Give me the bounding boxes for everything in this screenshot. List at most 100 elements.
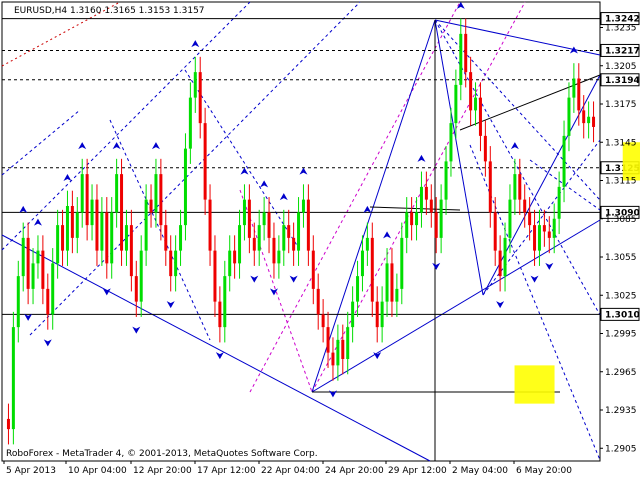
candle-body (85, 174, 89, 226)
candle-body (36, 250, 40, 264)
y-tick-label: 1.2965 (605, 368, 637, 378)
x-tick-label: 2 May 04:00 (452, 466, 508, 476)
candle-body (478, 97, 482, 136)
x-tick-label: 29 Apr 12:00 (388, 466, 447, 476)
candle-body (483, 135, 487, 162)
candle-body (193, 72, 197, 98)
candle-body (75, 212, 79, 238)
candle-body (562, 135, 566, 187)
candle-body (444, 161, 448, 200)
level-tag-label: 1.3194 (605, 76, 640, 86)
candle-body (267, 212, 271, 238)
candle-body (537, 225, 541, 251)
candle-body (321, 314, 325, 328)
candle-body (90, 199, 94, 226)
candle-body (419, 186, 423, 213)
candle-body (503, 237, 507, 277)
candle-body (183, 148, 187, 226)
candle-body (208, 199, 212, 251)
candle-body (336, 339, 340, 366)
candle-body (592, 116, 596, 127)
candle-body (115, 174, 119, 213)
x-tick-label: 17 Apr 12:00 (197, 466, 256, 476)
x-tick-label: 5 Apr 2013 (6, 466, 56, 476)
candle-body (100, 212, 104, 251)
candle-body (203, 123, 207, 200)
candle-body (61, 225, 65, 251)
level-tag-label: 1.3010 (605, 310, 640, 320)
candle-body (395, 288, 399, 302)
candle-body (110, 212, 114, 264)
candle-body (247, 199, 251, 238)
candle-body (439, 199, 443, 238)
candle-body (41, 250, 45, 289)
x-tick-label: 22 Apr 04:00 (261, 466, 320, 476)
candle-body (169, 250, 173, 277)
candle-body (410, 212, 414, 226)
candle-body (31, 263, 35, 289)
candle-body (218, 301, 222, 328)
y-tick-label: 1.3025 (605, 291, 637, 301)
candle-body (557, 186, 561, 219)
candle-body (311, 250, 315, 289)
x-tick-label: 24 Apr 20:00 (325, 466, 384, 476)
candle-body (129, 225, 133, 277)
x-tick-label: 6 May 20:00 (516, 466, 572, 476)
candle-body (26, 237, 30, 289)
candle-body (233, 250, 237, 264)
candle-body (46, 288, 50, 315)
candle-body (582, 110, 586, 124)
candle-body (415, 212, 419, 226)
candle-body (70, 206, 74, 238)
candle-body (262, 212, 266, 226)
candle-body (154, 174, 158, 213)
candle-body (282, 225, 286, 251)
candle-body (365, 237, 369, 251)
y-tick-label: 1.3085 (605, 215, 637, 225)
candle-body (164, 225, 168, 251)
candle-body (577, 78, 581, 111)
symbol-info: EURUSD,H4 1.3160 1.3165 1.3153 1.3157 (14, 6, 205, 16)
candle-body (65, 206, 69, 251)
candle-body (518, 174, 522, 200)
candle-body (400, 237, 404, 289)
candle-body (95, 199, 99, 251)
y-tick-label: 1.2935 (605, 406, 637, 416)
candle-body (449, 123, 453, 162)
candle-body (547, 231, 551, 238)
candle-body (272, 237, 276, 264)
candle-body (429, 199, 433, 213)
candle-body (341, 339, 345, 359)
candle-body (469, 72, 473, 111)
candle-body (297, 212, 301, 251)
candle-body (252, 237, 256, 251)
candle-body (56, 225, 60, 264)
candle-body (380, 301, 384, 328)
candle-body (316, 288, 320, 315)
candle-body (405, 212, 409, 238)
candle-body (174, 250, 178, 277)
candle-body (390, 263, 394, 302)
candle-body (572, 78, 576, 98)
candle-body (346, 327, 350, 359)
candle-body (488, 161, 492, 213)
candle-body (508, 199, 512, 238)
y-tick-label: 1.3205 (605, 62, 637, 72)
candle-body (528, 212, 532, 226)
candle-body (105, 212, 109, 264)
candle-body (134, 276, 138, 302)
candle-body (326, 327, 330, 353)
x-tick-label: 12 Apr 20:00 (133, 466, 192, 476)
candle-body (213, 250, 217, 302)
candle-body (493, 212, 497, 251)
candle-body (533, 225, 537, 251)
candle-body (459, 33, 463, 85)
candle-body (287, 225, 291, 238)
candle-body (434, 212, 438, 238)
candle-body (498, 250, 502, 277)
y-tick-label: 1.2905 (605, 444, 637, 454)
candle-body (228, 250, 232, 277)
candle-body (139, 250, 143, 302)
price-chart[interactable]: 1.32421.32171.31941.31251.30901.3010 1.3… (0, 0, 640, 480)
candle-body (238, 225, 242, 264)
